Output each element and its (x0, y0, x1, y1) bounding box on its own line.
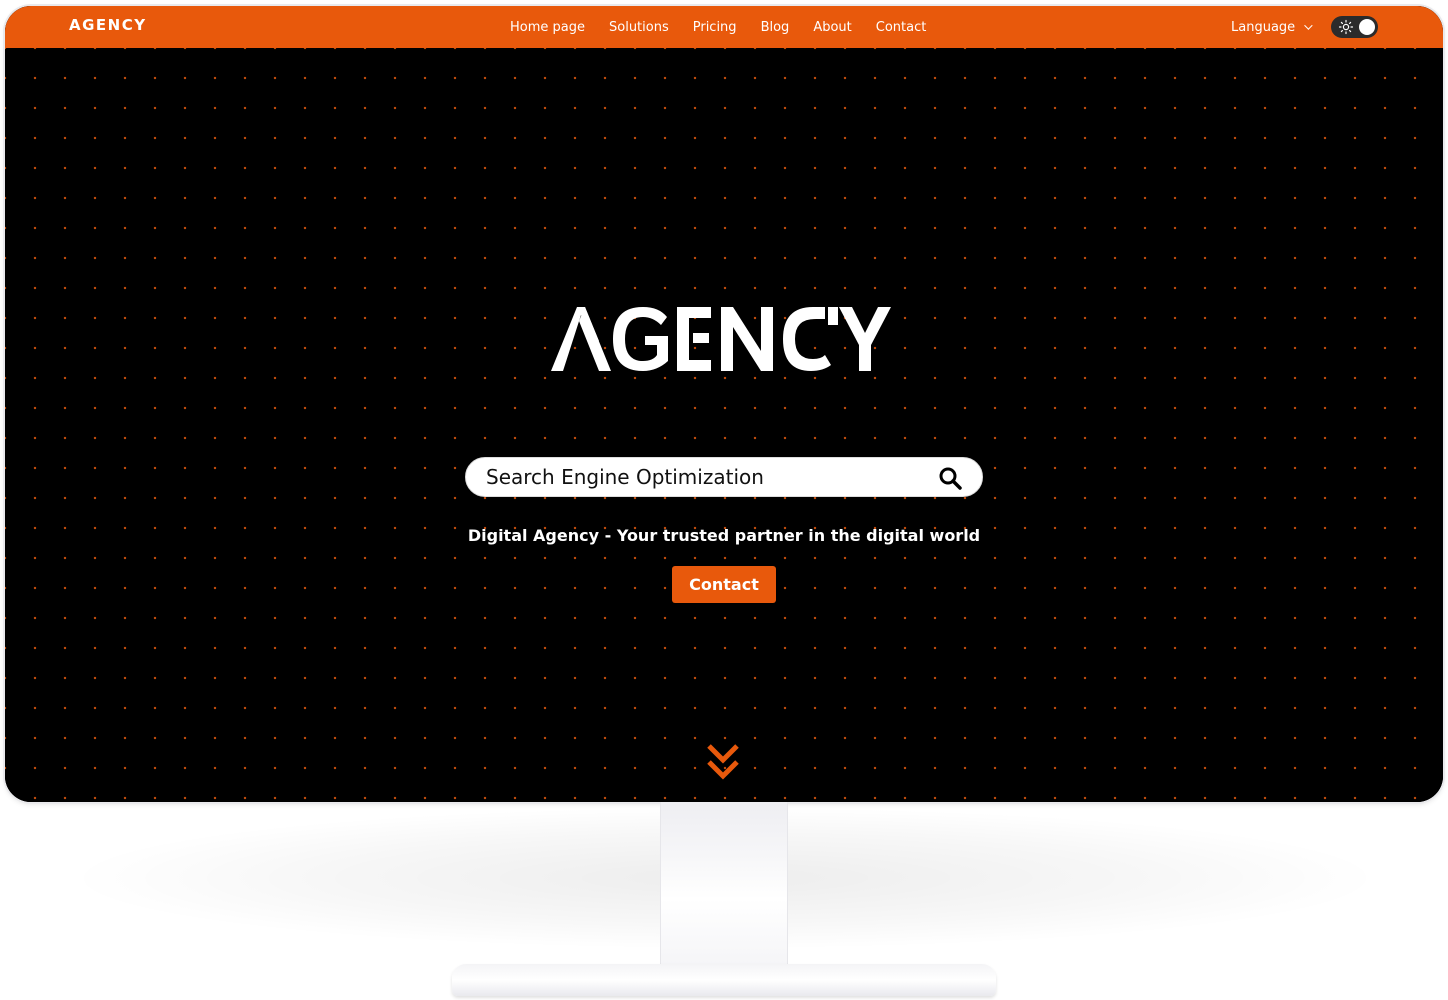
agency-wordmark-logo (551, 307, 891, 371)
hero-tagline: Digital Agency - Your trusted partner in… (467, 526, 981, 545)
search-icon[interactable] (938, 466, 962, 490)
website-screen: Digital Agency - Your trusted partner in… (5, 6, 1443, 802)
monitor-stand-neck (660, 802, 788, 978)
contact-button[interactable]: Contact (672, 566, 776, 603)
theme-toggle[interactable] (1331, 16, 1378, 38)
nav-link-blog[interactable]: Blog (761, 20, 790, 35)
search-input[interactable] (486, 458, 926, 496)
search-bar (465, 457, 983, 497)
navbar-logo[interactable]: AGENCY (69, 16, 147, 34)
language-label: Language (1231, 19, 1296, 35)
nav-link-solutions[interactable]: Solutions (609, 20, 669, 35)
chevron-down-icon (1304, 21, 1313, 30)
sun-icon (1338, 19, 1354, 35)
hero-logo (5, 303, 1443, 377)
top-navbar: AGENCY Home page Solutions Pricing Blog … (5, 6, 1443, 48)
monitor-frame: Digital Agency - Your trusted partner in… (5, 6, 1443, 802)
toggle-knob (1359, 19, 1375, 35)
double-chevron-down-icon[interactable] (705, 742, 741, 782)
nav-links: Home page Solutions Pricing Blog About C… (510, 6, 950, 48)
nav-link-pricing[interactable]: Pricing (693, 20, 737, 35)
nav-link-home[interactable]: Home page (510, 20, 585, 35)
nav-link-contact[interactable]: Contact (876, 20, 927, 35)
hero-section: Digital Agency - Your trusted partner in… (5, 48, 1443, 802)
monitor-stand-base (452, 964, 996, 996)
language-dropdown[interactable]: Language (1231, 6, 1313, 48)
nav-link-about[interactable]: About (813, 20, 851, 35)
